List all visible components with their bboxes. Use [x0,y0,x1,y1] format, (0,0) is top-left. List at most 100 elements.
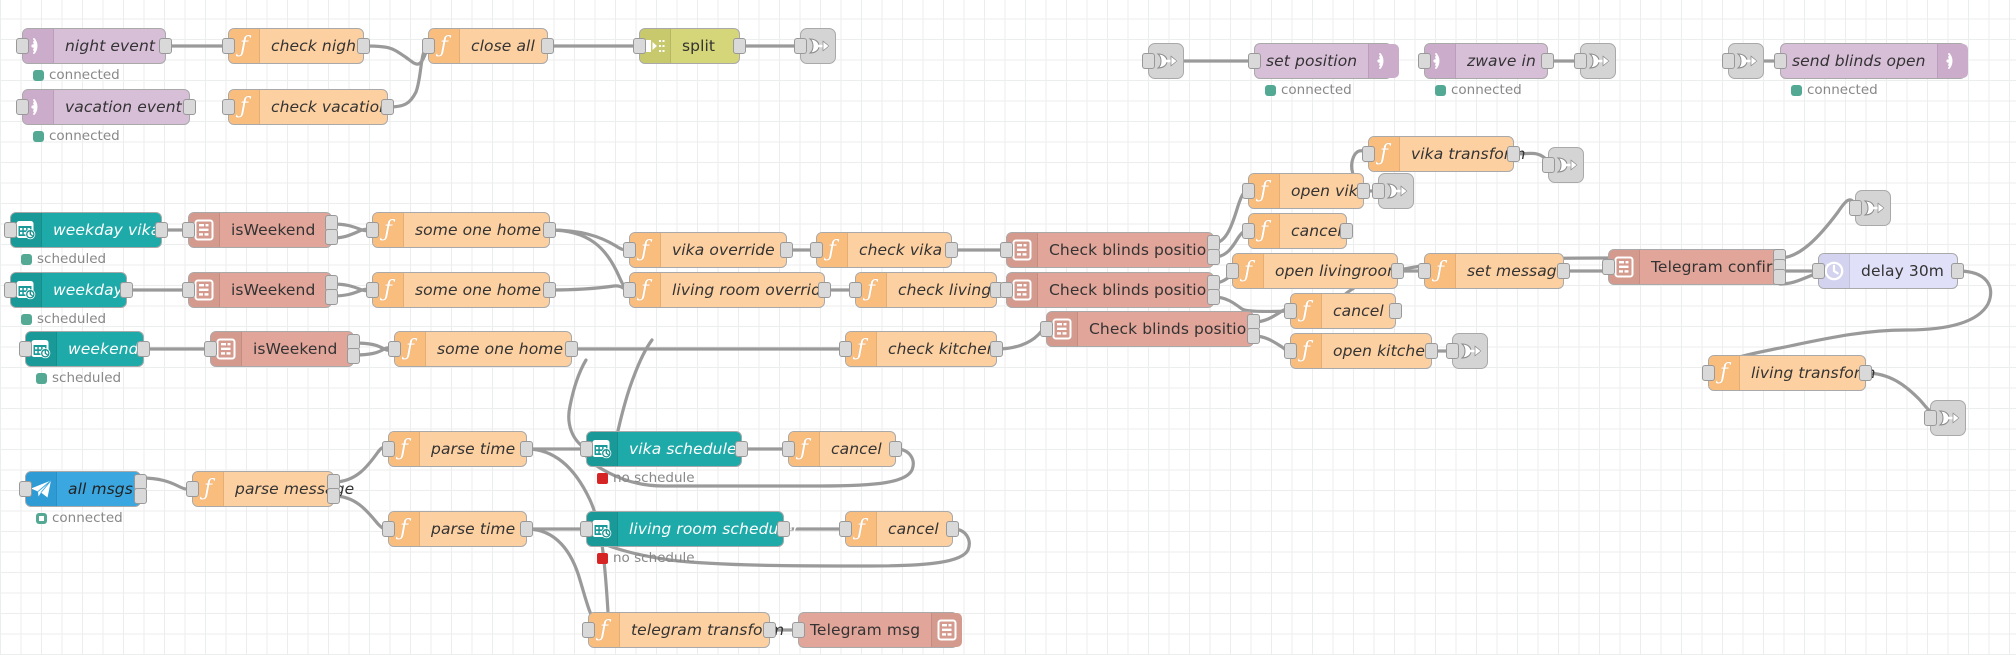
flow-node-n33[interactable]: ƒ check kitchen [839,331,1003,367]
node-input-port[interactable] [810,242,823,258]
flow-node-n18[interactable]: ƒ cancel [1242,213,1353,249]
flow-node-n37[interactable]: ƒ parse time [382,431,533,467]
node-input-port[interactable] [782,441,795,457]
link-out-open-kitchen[interactable] [1446,333,1488,369]
node-output-port[interactable] [780,242,793,258]
node-input-port[interactable] [794,38,807,54]
node-input-port[interactable] [1924,410,1937,426]
node-output-port[interactable] [1541,53,1554,69]
node-output-port[interactable] [1773,268,1786,285]
node-input-port[interactable] [1418,53,1431,69]
flow-node-n30[interactable]: weekend scheduled [19,331,150,386]
node-input-port[interactable] [839,521,852,537]
link-out-zwave-in[interactable] [1574,43,1616,79]
node-input-port[interactable] [382,441,395,457]
node-output-port[interactable] [1557,263,1570,279]
flow-node-n32[interactable]: ƒ some one home? [388,331,578,367]
node-input-port[interactable] [580,441,593,457]
flow-node-n27[interactable]: Telegram confirm [1602,249,1787,285]
node-output-port[interactable] [381,99,394,115]
node-output-port[interactable] [889,441,902,457]
node-input-port[interactable] [1812,263,1825,279]
flow-node-n10[interactable]: ƒ vika transform [1362,136,1525,172]
link-in-set-position[interactable] [1142,43,1184,79]
node-input-port[interactable] [1040,321,1053,337]
node-input-port[interactable] [1418,263,1431,279]
node-output-port[interactable] [327,487,340,504]
node-output-port[interactable] [357,38,370,54]
node-output-port[interactable] [763,622,776,638]
node-input-port[interactable] [182,222,195,238]
node-input-port[interactable] [4,282,17,298]
flow-node-n26[interactable]: ƒ set message [1418,253,1570,289]
node-input-port[interactable] [1542,157,1555,173]
node-output-port[interactable] [325,288,338,305]
flow-node-n16[interactable]: Check blinds position [1000,232,1220,268]
node-output-port[interactable] [120,282,133,298]
flow-node-n8[interactable]: zwave in connected [1418,43,1554,98]
node-input-port[interactable] [1702,365,1715,381]
flow-node-n22[interactable]: ƒ living room override [623,272,831,308]
node-output-port[interactable] [1340,223,1353,239]
flow-node-n43[interactable]: living room scheduler no schedule [580,511,799,566]
flow-node-n6[interactable]: ƒ check vacation [222,89,394,125]
node-input-port[interactable] [19,481,32,497]
node-input-port[interactable] [633,38,646,54]
flow-node-n14[interactable]: ƒ vika override [623,232,793,268]
flow-node-n41[interactable]: ƒ parse message [186,471,354,507]
node-input-port[interactable] [222,38,235,54]
link-out-living-transform[interactable] [1924,400,1966,436]
node-input-port[interactable] [1242,223,1255,239]
node-input-port[interactable] [16,38,29,54]
node-input-port[interactable] [1722,53,1735,69]
flow-node-n20[interactable]: isWeekend [182,272,338,308]
flow-node-n42[interactable]: ƒ parse time [382,511,533,547]
node-output-port[interactable] [183,99,196,115]
flow-node-n2[interactable]: ƒ check night [222,28,370,64]
flow-node-n4[interactable]: split [633,28,746,64]
flow-node-n39[interactable]: ƒ cancel [782,431,902,467]
link-out-telegram-confirm[interactable] [1849,190,1891,226]
flow-node-n11[interactable]: weekday vika scheduled [4,212,168,267]
flow-node-n1[interactable]: night event connected [16,28,172,83]
flow-node-n24[interactable]: Check blinds position [1000,272,1220,308]
node-input-port[interactable] [1849,200,1862,216]
node-output-port[interactable] [946,521,959,537]
node-output-port[interactable] [735,441,748,457]
link-out-vika-transform[interactable] [1542,147,1584,183]
node-input-port[interactable] [4,222,17,238]
node-input-port[interactable] [1000,242,1013,258]
node-input-port[interactable] [19,341,32,357]
node-input-port[interactable] [1242,183,1255,199]
node-output-port[interactable] [159,38,172,54]
node-output-port[interactable] [134,487,147,504]
flow-node-n40[interactable]: all msgs connected [19,471,147,526]
node-output-port[interactable] [541,38,554,54]
flow-node-n9[interactable]: send blinds open connected [1774,43,1968,98]
flow-node-n17[interactable]: ƒ open vika [1242,173,1370,209]
node-input-port[interactable] [182,282,195,298]
node-input-port[interactable] [186,481,199,497]
node-input-port[interactable] [1574,53,1587,69]
node-input-port[interactable] [1446,343,1459,359]
node-output-port[interactable] [137,341,150,357]
link-out-open-vika[interactable] [1372,173,1414,209]
node-input-port[interactable] [222,99,235,115]
node-input-port[interactable] [1284,343,1297,359]
node-input-port[interactable] [204,341,217,357]
node-output-port[interactable] [1207,288,1220,305]
node-output-port[interactable] [520,521,533,537]
node-output-port[interactable] [733,38,746,54]
node-input-port[interactable] [839,341,852,357]
node-output-port[interactable] [155,222,168,238]
flow-node-n29[interactable]: ƒ cancel [1284,293,1402,329]
link-out-split[interactable] [794,28,836,64]
node-output-port[interactable] [777,521,790,537]
node-output-port[interactable] [1357,183,1370,199]
node-output-port[interactable] [1391,263,1404,279]
flow-node-n25[interactable]: ƒ open livingroom [1226,253,1404,289]
node-input-port[interactable] [388,341,401,357]
node-output-port[interactable] [1859,365,1872,381]
node-output-port[interactable] [347,347,360,364]
node-input-port[interactable] [1372,183,1385,199]
